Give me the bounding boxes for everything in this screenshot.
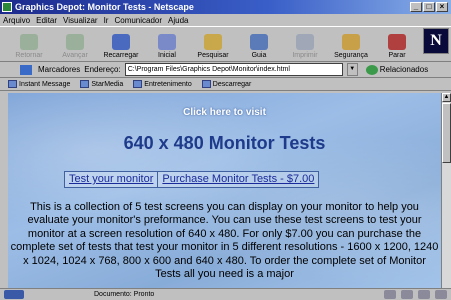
composer-icon[interactable]: [435, 290, 447, 299]
status-text: Documento: Pronto: [94, 291, 155, 298]
menu-editar[interactable]: Editar: [36, 16, 57, 25]
reload-label: Recarregar: [103, 52, 139, 59]
link-row: Test your monitor Purchase Monitor Tests…: [64, 171, 320, 188]
component-bar: [384, 290, 447, 299]
url-input[interactable]: C:\Program Files\Graphics Depot\Monitor\…: [124, 63, 343, 76]
pb-instant-message[interactable]: Instant Message: [8, 80, 70, 88]
print-label: Imprimir: [292, 52, 318, 59]
related-icon: [365, 64, 378, 75]
page-description: This is a collection of 5 test screens y…: [10, 201, 439, 281]
search-button[interactable]: Pesquisar: [190, 27, 236, 61]
maximize-button[interactable]: □: [423, 2, 435, 12]
print-button[interactable]: Imprimir: [282, 27, 328, 61]
location-toolbar: Marcadores Endereço: C:\Program Files\Gr…: [0, 62, 451, 78]
page-title: 640 x 480 Monitor Tests: [123, 133, 326, 153]
search-icon: [204, 34, 222, 50]
security-status-icon[interactable]: [4, 290, 24, 299]
menu-ir[interactable]: Ir: [104, 16, 109, 25]
reload-icon: [112, 34, 130, 50]
newsgroup-icon[interactable]: [418, 290, 430, 299]
guide-button[interactable]: Guia: [236, 27, 282, 61]
related-label: Relacionados: [379, 65, 429, 74]
address-label: Endereço:: [84, 65, 121, 74]
close-button[interactable]: ×: [436, 2, 448, 12]
pb-starmedia[interactable]: StarMedia: [80, 80, 123, 88]
back-icon: [20, 34, 38, 50]
home-icon: [158, 34, 176, 50]
menu-comunicador[interactable]: Comunicador: [114, 16, 162, 25]
bookmarks-button[interactable]: Marcadores: [38, 65, 80, 74]
purchase-tests-link[interactable]: Purchase Monitor Tests - $7.00: [157, 172, 318, 187]
menu-bar: Arquivo Editar Visualizar Ir Comunicador…: [0, 14, 451, 26]
scroll-thumb[interactable]: [442, 103, 451, 163]
navigator-icon[interactable]: [384, 290, 396, 299]
home-label: Inicial: [158, 52, 176, 59]
bookmarks-icon: [20, 64, 32, 75]
personal-toolbar: Instant Message StarMedia Entretenimento…: [0, 78, 451, 91]
descarregar-icon: [201, 80, 211, 88]
search-label: Pesquisar: [197, 52, 229, 59]
reload-button[interactable]: Recarregar: [98, 27, 144, 61]
netscape-app-icon: [2, 2, 12, 12]
pb-instant-message-label: Instant Message: [19, 80, 71, 88]
forward-button[interactable]: Avançar: [52, 27, 98, 61]
url-dropdown-button[interactable]: ▼: [346, 63, 358, 76]
click-here-link[interactable]: Click here to visit: [8, 107, 441, 118]
page-content: Click here to visit 640 x 480 Monitor Te…: [8, 93, 441, 288]
pb-descarregar-label: Descarregar: [212, 80, 252, 88]
entretenimento-icon: [133, 80, 143, 88]
status-bar: Documento: Pronto: [0, 288, 451, 300]
security-label: Segurança: [334, 52, 368, 59]
pb-entretenimento[interactable]: Entretenimento: [133, 80, 192, 88]
back-button[interactable]: Retornar: [6, 27, 52, 61]
title-bar: Graphics Depot: Monitor Tests - Netscape…: [0, 0, 451, 14]
security-button[interactable]: Segurança: [328, 27, 374, 61]
home-button[interactable]: Inicial: [144, 27, 190, 61]
starmedia-icon: [80, 80, 90, 88]
netscape-logo[interactable]: N: [423, 28, 449, 54]
window-controls: _ □ ×: [410, 2, 448, 12]
back-label: Retornar: [15, 52, 43, 59]
print-icon: [296, 34, 314, 50]
mail-icon[interactable]: [401, 290, 413, 299]
forward-label: Avançar: [62, 52, 88, 59]
pb-starmedia-label: StarMedia: [91, 80, 124, 88]
instant-message-icon: [8, 80, 17, 88]
vertical-scrollbar[interactable]: ▲: [441, 93, 451, 288]
lock-icon: [342, 34, 360, 50]
menu-ajuda[interactable]: Ajuda: [168, 16, 188, 25]
stop-label: Parar: [388, 52, 406, 59]
navigation-toolbar: Retornar Avançar Recarregar Inicial Pesq…: [0, 26, 451, 62]
test-monitor-link[interactable]: Test your monitor: [65, 172, 157, 187]
related-button[interactable]: Relacionados: [365, 64, 429, 75]
menu-arquivo[interactable]: Arquivo: [3, 16, 30, 25]
pb-descarregar[interactable]: Descarregar: [201, 80, 252, 88]
stop-button[interactable]: Parar: [374, 27, 420, 61]
stop-icon: [388, 34, 406, 50]
scroll-up-button[interactable]: ▲: [442, 93, 451, 102]
forward-icon: [66, 34, 84, 50]
minimize-button[interactable]: _: [410, 2, 422, 12]
pb-entretenimento-label: Entretenimento: [144, 80, 192, 88]
menu-visualizar[interactable]: Visualizar: [63, 16, 98, 25]
guide-label: Guia: [251, 52, 267, 59]
window-title: Graphics Depot: Monitor Tests - Netscape: [15, 2, 194, 12]
guide-icon: [250, 34, 268, 50]
